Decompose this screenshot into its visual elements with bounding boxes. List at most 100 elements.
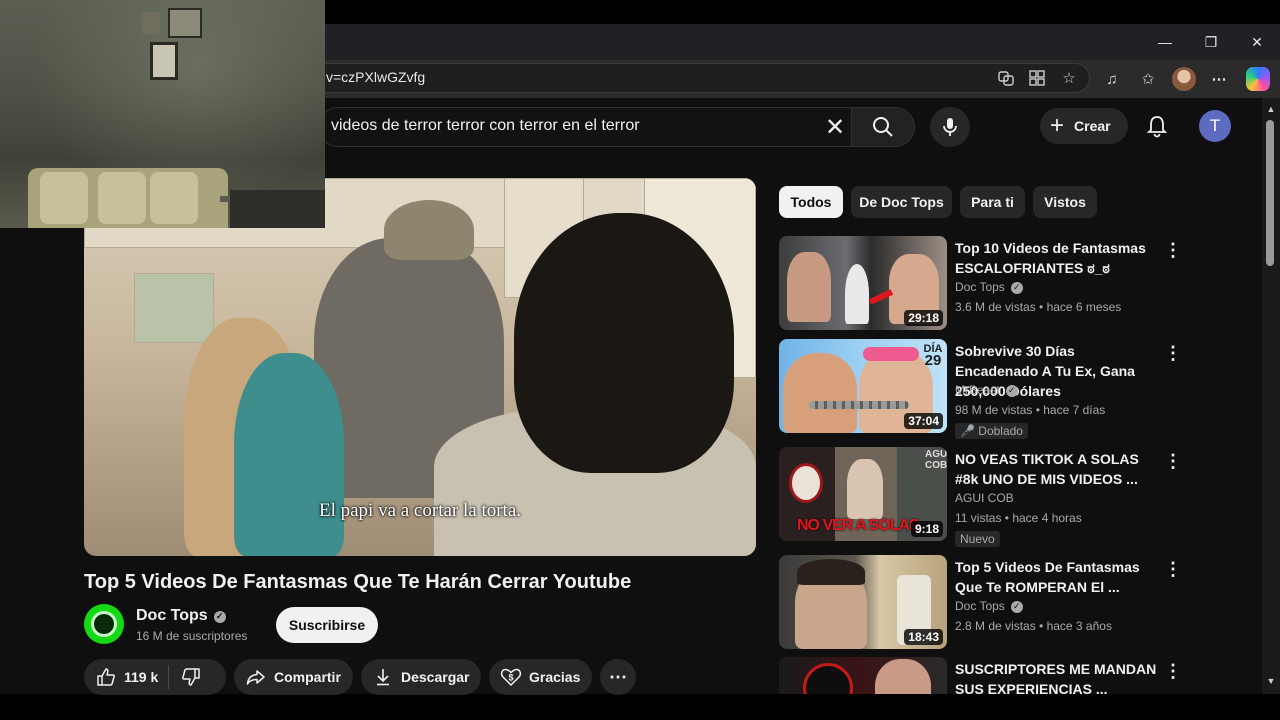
copilot-icon[interactable] <box>1246 67 1270 91</box>
channel-name[interactable]: Doc Tops <box>136 607 208 624</box>
recommendation-item[interactable]: AGUI COB NO VER A SOLAS 9:18 NO VEAS TIK… <box>779 447 1199 547</box>
create-button[interactable]: + Crear <box>1040 108 1128 144</box>
webcam-table <box>230 190 325 228</box>
like-dislike-group: 119 k <box>84 659 226 695</box>
minimize-button[interactable]: — <box>1142 24 1188 60</box>
share-arrow-icon <box>244 665 268 689</box>
recommendation-menu-icon[interactable]: ⋮ <box>1164 557 1182 581</box>
recommendation-channel[interactable]: MrBeast <box>955 383 1000 397</box>
chip-todos[interactable]: Todos <box>779 186 843 218</box>
more-menu-icon[interactable]: ⋯ <box>1206 66 1232 92</box>
thumb-red-circle <box>803 663 853 694</box>
thumb-chain <box>809 401 909 409</box>
dubbed-label: Doblado <box>978 424 1023 438</box>
download-label: Descargar <box>401 669 470 685</box>
video-duration: 9:18 <box>910 521 943 537</box>
thanks-button[interactable]: $ Gracias <box>489 659 592 695</box>
recommendation-thumbnail[interactable] <box>779 657 947 694</box>
recommendation-menu-icon[interactable]: ⋮ <box>1164 659 1182 683</box>
recommendation-thumbnail[interactable]: AGUI COB NO VER A SOLAS 9:18 <box>779 447 947 541</box>
more-actions-button[interactable]: ⋯ <box>600 659 636 695</box>
video-frame-girl-teal <box>234 353 344 556</box>
recommendation-thumbnail[interactable]: 18:43 <box>779 555 947 649</box>
subscribe-button[interactable]: Suscribirse <box>276 607 378 643</box>
recommendation-item[interactable]: 29:18 Top 10 Videos de Fantasmas ESCALOF… <box>779 236 1199 332</box>
microphone-icon <box>943 118 957 136</box>
recommendation-channel-block[interactable]: MrBeast ✓ <box>955 383 1018 397</box>
favorites-icon[interactable]: ✩ <box>1135 66 1161 92</box>
search-icon <box>873 117 893 137</box>
channel-name-block[interactable]: Doc Tops ✓ <box>136 607 226 625</box>
recommendation-item[interactable]: 18:43 Top 5 Videos De Fantasmas Que Te R… <box>779 555 1199 651</box>
favorite-star-icon[interactable]: ☆ <box>1057 66 1081 90</box>
os-bottom-strip <box>0 694 1280 720</box>
recommendation-item[interactable]: SUSCRIPTORES ME MANDAN SUS EXPERIENCIAS … <box>779 657 1199 694</box>
browser-profile-avatar[interactable] <box>1172 67 1196 91</box>
recommendation-title[interactable]: SUSCRIPTORES ME MANDAN SUS EXPERIENCIAS … <box>955 659 1161 694</box>
download-button[interactable]: Descargar <box>361 659 481 695</box>
translate-icon[interactable] <box>994 66 1018 90</box>
webcam-photo <box>168 8 202 38</box>
apps-icon[interactable] <box>1025 66 1049 90</box>
like-count[interactable]: 119 k <box>124 669 158 685</box>
account-avatar[interactable]: T <box>1199 110 1231 142</box>
subscriber-count: 16 M de suscriptores <box>136 629 248 643</box>
webcam-photo-frame <box>150 42 178 80</box>
recommendation-menu-icon[interactable]: ⋮ <box>1164 341 1182 365</box>
scrollbar-thumb[interactable] <box>1266 120 1274 266</box>
notifications-bell-icon[interactable] <box>1142 111 1172 141</box>
dubbed-icon: 🎤 <box>960 424 979 438</box>
thumb-person <box>783 353 857 433</box>
thumb-cob-word: COB <box>925 460 947 471</box>
clear-search-button[interactable]: ✕ <box>820 112 850 142</box>
scroll-up-arrow[interactable]: ▲ <box>1262 102 1280 116</box>
scroll-down-arrow[interactable]: ▼ <box>1262 674 1280 688</box>
verified-check-icon: ✓ <box>213 610 226 623</box>
recommendation-thumbnail[interactable]: 29:18 <box>779 236 947 330</box>
recommendation-meta: 3.6 M de vistas • hace 6 meses <box>955 300 1122 314</box>
verified-check-icon: ✓ <box>1010 281 1023 294</box>
like-thumb-icon[interactable] <box>94 665 118 689</box>
recommendation-title[interactable]: NO VEAS TIKTOK A SOLAS #8k UNO DE MIS VI… <box>955 449 1161 489</box>
thumb-overlay-text: NO VER A SOLAS <box>797 517 920 534</box>
recommendation-channel[interactable]: Doc Tops <box>955 280 1005 294</box>
recommendation-item[interactable]: DÍA 29 37:04 Sobrevive 30 Días Encadenad… <box>779 339 1199 439</box>
voice-search-button[interactable] <box>930 107 970 147</box>
video-frame-dark-hair <box>514 213 734 473</box>
webcam-cushion <box>98 172 146 224</box>
share-button[interactable]: Compartir <box>234 659 353 695</box>
recommendation-thumbnail[interactable]: DÍA 29 37:04 <box>779 339 947 433</box>
heart-dollar-icon: $ <box>499 665 523 689</box>
recommendation-title[interactable]: Top 5 Videos De Fantasmas Que Te ROMPERA… <box>955 557 1161 597</box>
recommendation-title[interactable]: Top 10 Videos de Fantasmas ESCALOFRIANTE… <box>955 238 1161 278</box>
recommendation-menu-icon[interactable]: ⋮ <box>1164 449 1182 473</box>
plus-icon: + <box>1050 112 1065 139</box>
recommendation-menu-icon[interactable]: ⋮ <box>1164 238 1182 262</box>
thumb-person <box>875 659 931 694</box>
verified-check-icon: ✓ <box>1010 600 1023 613</box>
thumb-person <box>847 459 883 519</box>
create-label: Crear <box>1074 118 1111 134</box>
webcam-photo <box>142 12 160 34</box>
dubbed-badge: 🎤 Doblado <box>955 423 1028 439</box>
dislike-thumb-icon[interactable] <box>179 665 203 689</box>
recommendation-channel[interactable]: AGUI COB <box>955 491 1014 505</box>
video-player[interactable]: El papi va a cortar la torta. <box>84 178 756 556</box>
search-query[interactable]: videos de terror terror con terror en el… <box>331 117 640 135</box>
search-button[interactable] <box>851 107 915 147</box>
restore-button[interactable]: ❐ <box>1188 24 1234 60</box>
channel-avatar[interactable] <box>84 604 124 644</box>
close-window-button[interactable]: ✕ <box>1234 24 1280 60</box>
thumb-agui-label: AGUI COB <box>925 449 947 471</box>
recommendation-channel-block[interactable]: Doc Tops ✓ <box>955 599 1023 613</box>
address-url[interactable]: v=czPXlwGZvfg <box>326 69 425 85</box>
chip-de-doc-tops[interactable]: De Doc Tops <box>851 186 952 218</box>
chip-para-ti[interactable]: Para ti <box>960 186 1025 218</box>
thumb-sleep-mask <box>863 347 919 361</box>
thumb-hair <box>797 559 865 585</box>
chip-vistos[interactable]: Vistos <box>1033 186 1097 218</box>
recommendation-channel-block[interactable]: Doc Tops ✓ <box>955 280 1023 294</box>
media-control-icon[interactable]: ♫ <box>1099 66 1125 92</box>
recommendation-channel[interactable]: Doc Tops <box>955 599 1005 613</box>
thumb-person <box>787 252 831 322</box>
